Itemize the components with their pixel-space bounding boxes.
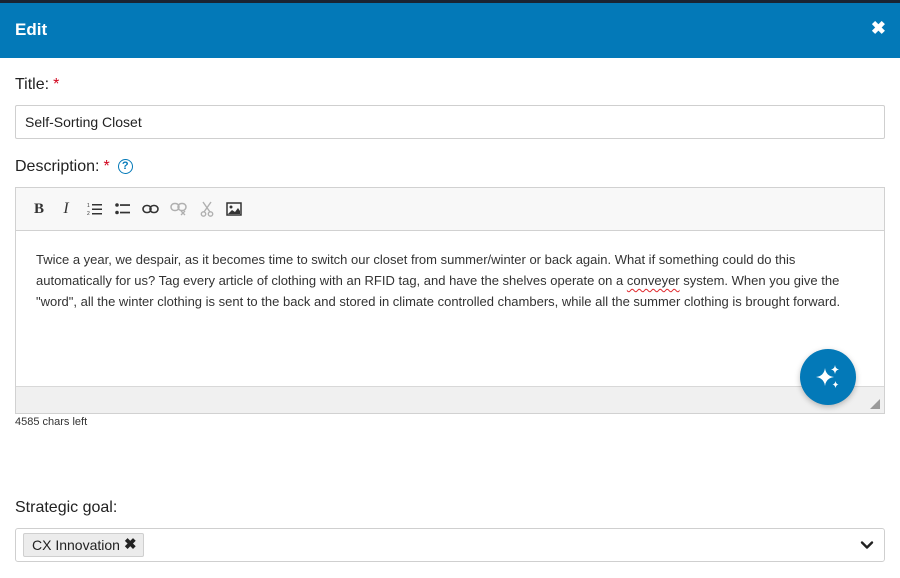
rich-text-editor: B I 12 Twice a year, we despair, as it b… [15, 187, 885, 414]
ai-assist-button[interactable] [800, 349, 856, 405]
dialog-header: Edit ✖ [0, 3, 900, 58]
title-input[interactable] [15, 105, 885, 139]
title-label-row: Title: * [15, 76, 59, 94]
unlink-icon[interactable] [167, 198, 189, 220]
description-label-row: Description: *? [15, 158, 133, 176]
editor-statusbar [16, 386, 884, 413]
selected-tag-label: CX Innovation [32, 537, 120, 553]
chevron-down-icon[interactable] [860, 538, 874, 552]
editor-toolbar: B I 12 [16, 188, 884, 231]
chars-left-counter: 4585 chars left [15, 416, 88, 428]
required-mark: * [103, 158, 110, 175]
link-icon[interactable] [139, 198, 161, 220]
description-label: Description: [15, 158, 100, 175]
remove-tag-icon[interactable]: ✖ [124, 534, 137, 556]
cut-icon[interactable] [196, 198, 218, 220]
title-label: Title: [15, 76, 50, 93]
description-content[interactable]: Twice a year, we despair, as it becomes … [36, 249, 866, 312]
resize-handle-icon[interactable] [870, 399, 880, 409]
help-icon[interactable]: ? [117, 159, 133, 174]
misspelled-word: conveyer [626, 273, 680, 288]
image-icon[interactable] [223, 198, 245, 220]
numbered-list-icon[interactable]: 12 [84, 198, 106, 220]
italic-icon[interactable]: I [55, 198, 77, 220]
selected-tag: CX Innovation ✖ [23, 533, 144, 557]
dialog-title: Edit [15, 20, 48, 39]
bulleted-list-icon[interactable] [112, 198, 134, 220]
svg-text:1: 1 [87, 203, 90, 209]
sparkle-icon [816, 365, 839, 388]
required-mark: * [53, 76, 60, 93]
strategic-goal-select[interactable]: CX Innovation ✖ [15, 528, 885, 562]
svg-text:2: 2 [87, 211, 90, 216]
strategic-goal-label: Strategic goal: [15, 499, 118, 516]
bold-icon[interactable]: B [28, 198, 50, 220]
close-icon[interactable]: ✖ [871, 18, 886, 38]
